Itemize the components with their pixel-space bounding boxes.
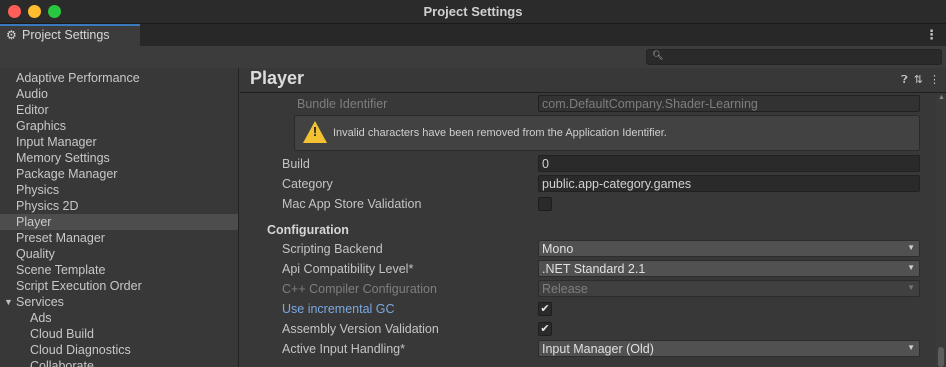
header-icons: ❓︎ ⇅ ⋮: [895, 73, 940, 87]
scripting-backend-label: Scripting Backend: [282, 242, 383, 256]
sidebar-item-physics-2d[interactable]: Physics 2D: [0, 198, 238, 214]
sidebar-item-player[interactable]: Player: [0, 214, 238, 230]
search-icon: 🔍︎: [652, 50, 664, 60]
window-title: Project Settings: [423, 4, 523, 19]
warning-helpbox: ! Invalid characters have been removed f…: [294, 115, 920, 151]
search-input[interactable]: 🔍︎: [646, 49, 942, 65]
api-compatibility-level-label: Api Compatibility Level*: [282, 262, 414, 276]
help-icon[interactable]: ❓︎: [901, 74, 908, 86]
sidebar-item-cloud-diagnostics[interactable]: Cloud Diagnostics: [0, 342, 238, 358]
sidebar-item-adaptive-performance[interactable]: Adaptive Performance: [0, 70, 238, 86]
sidebar-item-editor[interactable]: Editor: [0, 102, 238, 118]
api-compatibility-level-dropdown[interactable]: .NET Standard 2.1 ▼: [538, 260, 920, 277]
vertical-scrollbar[interactable]: ▲: [936, 93, 946, 367]
sidebar-item-label: Services: [16, 295, 64, 309]
tab-label: Project Settings: [22, 28, 110, 42]
scrollbar-thumb[interactable]: [938, 347, 944, 367]
header-divider: [240, 92, 946, 93]
sidebar-item-input-manager[interactable]: Input Manager: [0, 134, 238, 150]
chevron-down-icon: ▼: [907, 243, 915, 252]
sidebar-item-quality[interactable]: Quality: [0, 246, 238, 262]
scripting-backend-dropdown[interactable]: Mono ▼: [538, 240, 920, 257]
use-incremental-gc-label[interactable]: Use incremental GC: [282, 302, 395, 316]
sidebar-item-services[interactable]: ▼ Services: [0, 294, 238, 310]
dropdown-value: Release: [542, 282, 588, 296]
sidebar-item-cloud-build[interactable]: Cloud Build: [0, 326, 238, 342]
tab-project-settings[interactable]: ⚙ Project Settings: [0, 24, 140, 46]
sidebar: Adaptive Performance Audio Editor Graphi…: [0, 68, 239, 367]
active-input-handling-label: Active Input Handling*: [282, 342, 405, 356]
chevron-down-icon: ▼: [907, 263, 915, 272]
dropdown-value: Mono: [542, 242, 574, 256]
configuration-header: Configuration: [267, 223, 349, 237]
warning-icon-mark: !: [312, 124, 318, 139]
title-bar: Project Settings: [0, 0, 946, 24]
warning-text: Invalid characters have been removed fro…: [333, 127, 667, 139]
bundle-identifier-label: Bundle Identifier: [297, 97, 388, 111]
scroll-up-icon[interactable]: ▲: [938, 94, 945, 101]
build-label: Build: [282, 157, 310, 171]
build-field[interactable]: 0: [538, 155, 920, 172]
sidebar-item-scene-template[interactable]: Scene Template: [0, 262, 238, 278]
more-options-icon[interactable]: ⋮: [929, 74, 940, 86]
cpp-compiler-configuration-label: C++ Compiler Configuration: [282, 282, 437, 296]
use-incremental-gc-checkbox[interactable]: ✔: [538, 302, 552, 316]
chevron-down-icon: ▼: [907, 343, 915, 352]
sidebar-item-package-manager[interactable]: Package Manager: [0, 166, 238, 182]
sidebar-item-collaborate[interactable]: Collaborate: [0, 358, 238, 367]
sidebar-item-graphics[interactable]: Graphics: [0, 118, 238, 134]
sidebar-item-preset-manager[interactable]: Preset Manager: [0, 230, 238, 246]
checkmark-icon: ✔: [540, 303, 550, 315]
sidebar-item-audio[interactable]: Audio: [0, 86, 238, 102]
category-label: Category: [282, 177, 333, 191]
tab-bar: ⚙ Project Settings ⋮: [0, 24, 946, 46]
sidebar-item-memory-settings[interactable]: Memory Settings: [0, 150, 238, 166]
mac-app-store-validation-label: Mac App Store Validation: [282, 197, 422, 211]
dropdown-value: Input Manager (Old): [542, 342, 654, 356]
dropdown-value: .NET Standard 2.1: [542, 262, 646, 276]
assembly-version-validation-checkbox[interactable]: ✔: [538, 322, 552, 336]
mac-app-store-validation-checkbox[interactable]: [538, 197, 552, 211]
page-title: Player: [250, 68, 305, 88]
search-bar: 🔍︎: [0, 46, 946, 68]
chevron-down-icon: ▼: [907, 283, 915, 292]
tab-menu-icon[interactable]: ⋮: [925, 27, 938, 43]
assembly-version-validation-label: Assembly Version Validation: [282, 322, 439, 336]
cpp-compiler-configuration-dropdown: Release ▼: [538, 280, 920, 297]
sidebar-item-ads[interactable]: Ads: [0, 310, 238, 326]
preset-icon[interactable]: ⇅: [914, 74, 923, 86]
sidebar-item-physics[interactable]: Physics: [0, 182, 238, 198]
foldout-expanded-icon[interactable]: ▼: [4, 294, 13, 310]
category-field[interactable]: public.app-category.games: [538, 175, 920, 192]
checkmark-icon: ✔: [540, 323, 550, 335]
player-settings-panel: Player ❓︎ ⇅ ⋮ Bundle Identifier com.Defaul…: [240, 68, 946, 367]
sidebar-item-script-execution-order[interactable]: Script Execution Order: [0, 278, 238, 294]
gear-icon: ⚙: [6, 28, 17, 42]
active-input-handling-dropdown[interactable]: Input Manager (Old) ▼: [538, 340, 920, 357]
bundle-identifier-field[interactable]: com.DefaultCompany.Shader-Learning: [538, 95, 920, 112]
